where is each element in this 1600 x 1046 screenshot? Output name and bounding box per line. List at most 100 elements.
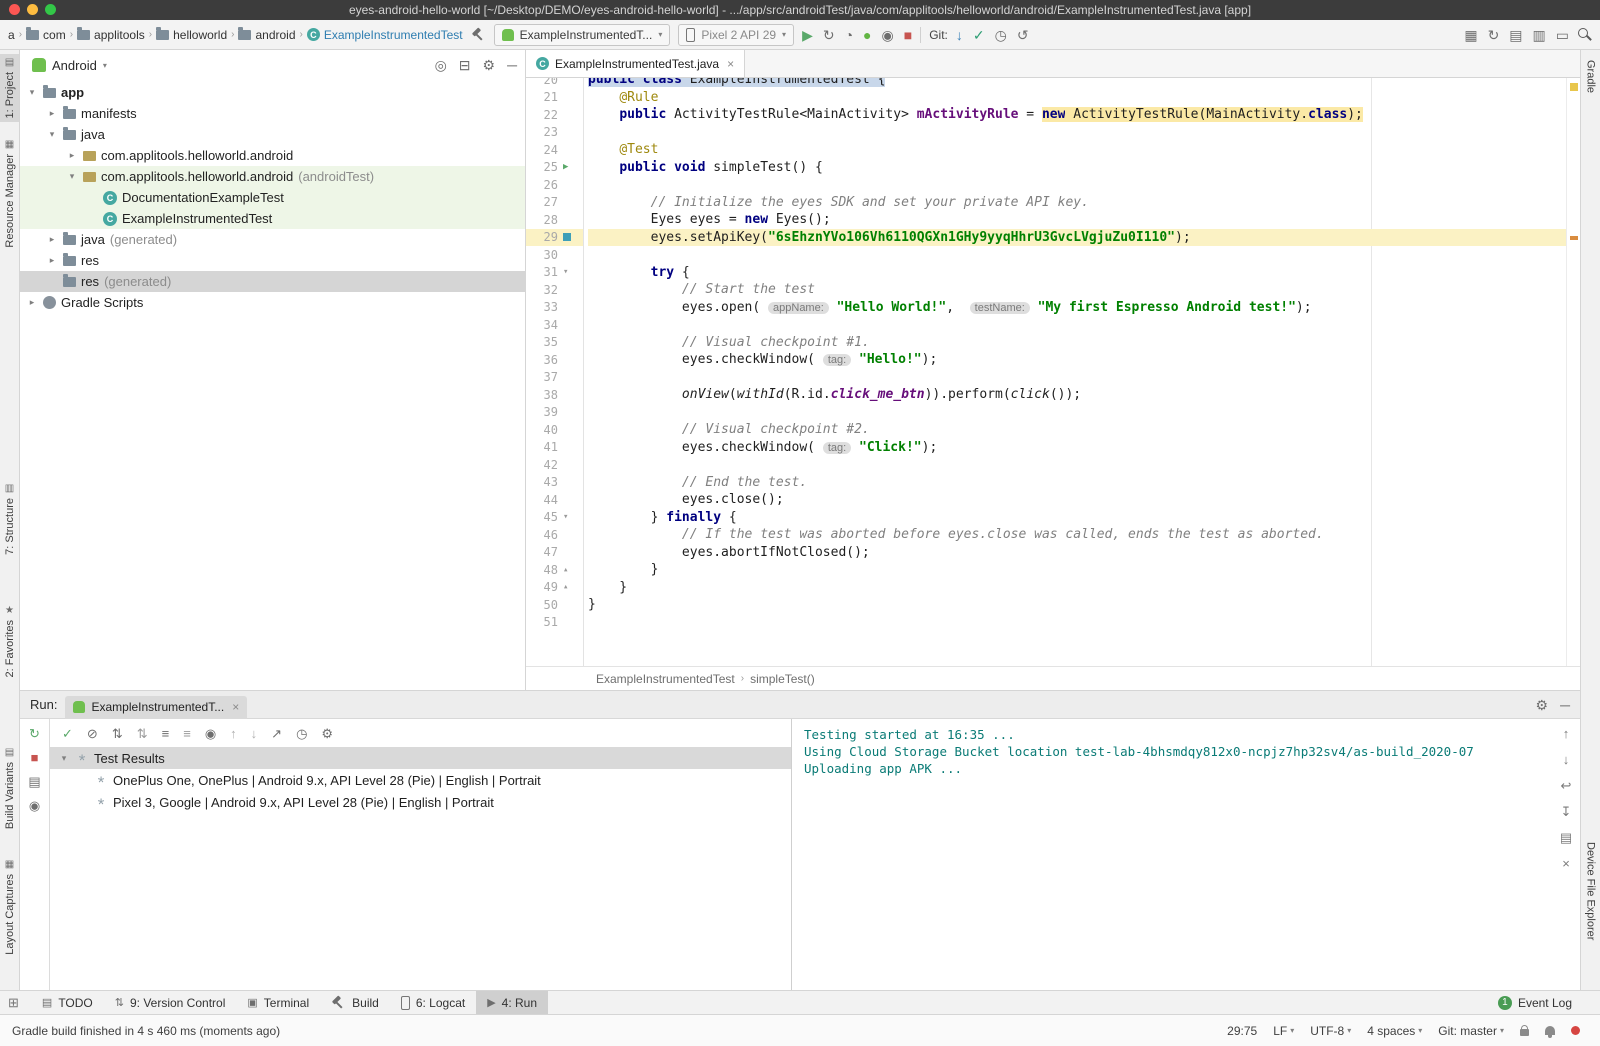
encoding-widget[interactable]: UTF-8 ▾ — [1310, 1024, 1351, 1038]
event-log-button[interactable]: 1 Event Log — [1498, 996, 1592, 1010]
breadcrumb-item[interactable]: CExampleInstrumentedTest — [307, 28, 463, 42]
tree-item[interactable]: ▸com.applitools.helloworld.android — [20, 145, 525, 166]
code-line[interactable]: // Visual checkpoint #2. — [588, 421, 1566, 439]
code-line[interactable]: eyes.checkWindow( tag: "Hello!"); — [588, 351, 1566, 369]
sort-by-duration-icon[interactable]: ⇅ — [137, 727, 148, 740]
tree-toggle-icon[interactable]: ▾ — [46, 129, 58, 140]
code-line[interactable]: } — [588, 579, 1566, 597]
tree-item[interactable]: ▾com.applitools.helloworld.android (andr… — [20, 166, 525, 187]
code-line[interactable] — [588, 456, 1566, 474]
breadcrumb-item[interactable]: ExampleInstrumentedTest — [596, 672, 735, 686]
tree-item[interactable]: res (generated) — [20, 271, 525, 292]
code-line[interactable]: } finally { — [588, 509, 1566, 527]
tree-item[interactable]: ▸Gradle Scripts — [20, 292, 525, 313]
tree-toggle-icon[interactable]: ▸ — [46, 255, 58, 266]
avd-manager-icon[interactable]: ▭ — [1556, 28, 1569, 42]
settings-icon[interactable]: ⚙ — [1536, 698, 1549, 712]
breadcrumb-item[interactable]: android — [238, 28, 295, 42]
inspection-status-icon[interactable] — [1570, 83, 1578, 91]
rollback-icon[interactable]: ↺ — [1017, 28, 1029, 42]
tool-button-terminal[interactable]: ▣Terminal — [236, 991, 320, 1014]
test-device-row[interactable]: *Pixel 3, Google | Android 9.x, API Leve… — [50, 791, 791, 813]
device-select[interactable]: Pixel 2 API 29 ▾ — [678, 24, 794, 46]
tree-item[interactable]: CDocumentationExampleTest — [20, 187, 525, 208]
code-line[interactable]: eyes.checkWindow( tag: "Click!"); — [588, 439, 1566, 457]
run-button[interactable]: ▶ — [802, 28, 813, 42]
breadcrumb-item[interactable]: a — [8, 28, 15, 42]
breadcrumb-item[interactable]: applitools — [77, 28, 145, 42]
tool-button-device-file-explorer[interactable]: Device File Explorer — [1581, 838, 1600, 944]
code-line[interactable]: // Initialize the eyes SDK and set your … — [588, 194, 1566, 212]
error-stripe[interactable] — [1566, 78, 1580, 666]
tool-button-logcat[interactable]: 6: Logcat — [390, 991, 476, 1014]
run-test-icon[interactable]: ▶ — [563, 162, 568, 172]
collapse-all-icon[interactable]: ≡ — [183, 727, 191, 740]
code-line[interactable]: eyes.close(); — [588, 491, 1566, 509]
tool-button-build-variants[interactable]: ▤ Build Variants — [0, 744, 19, 833]
code-line[interactable]: @Test — [588, 141, 1566, 159]
tree-toggle-icon[interactable]: ▸ — [26, 297, 38, 308]
tool-windows-icon[interactable]: ⊞ — [8, 995, 19, 1011]
rerun-icon[interactable]: ↻ — [29, 727, 40, 740]
pin-tab-icon[interactable]: ◉ — [29, 799, 40, 812]
soft-wrap-icon[interactable]: ↩ — [1561, 779, 1572, 792]
breadcrumb-item[interactable]: helloworld — [156, 28, 227, 42]
sort-alphabetically-icon[interactable]: ⇅ — [112, 727, 123, 740]
code-line[interactable]: Eyes eyes = new Eyes(); — [588, 211, 1566, 229]
history-icon[interactable]: ◷ — [995, 28, 1007, 42]
code-line[interactable]: public class ExampleInstrumentedTest { — [588, 78, 1566, 89]
code-line[interactable] — [588, 369, 1566, 387]
code-line[interactable]: @Rule — [588, 89, 1566, 107]
tool-button-todo[interactable]: ▤TODO — [31, 991, 104, 1014]
clear-console-icon[interactable]: × — [1562, 857, 1570, 870]
tree-toggle-icon[interactable]: ▾ — [66, 171, 78, 182]
tool-button-version-control[interactable]: ⇅9: Version Control — [104, 991, 237, 1014]
expand-all-icon[interactable]: ≡ — [162, 727, 170, 740]
run-console[interactable]: Testing started at 16:35 ...Using Cloud … — [792, 719, 1552, 990]
code-line[interactable]: // Start the test — [588, 281, 1566, 299]
code-line[interactable] — [588, 176, 1566, 194]
zoom-window-button[interactable] — [45, 4, 56, 15]
tree-toggle-icon[interactable]: ▾ — [26, 87, 38, 98]
project-view-select[interactable]: Android — [52, 58, 97, 73]
locate-file-icon[interactable]: ◎ — [435, 58, 447, 72]
chevron-down-icon[interactable]: ▾ — [103, 61, 107, 70]
tool-button-build[interactable]: Build — [320, 991, 390, 1014]
test-results-row[interactable]: ▾*Test Results — [50, 747, 791, 769]
tree-toggle-icon[interactable]: ▸ — [46, 234, 58, 245]
scroll-up-icon[interactable]: ↑ — [1563, 727, 1570, 740]
code-line[interactable]: // End the test. — [588, 474, 1566, 492]
code-line[interactable]: } — [588, 561, 1566, 579]
debug-icon[interactable]: ● — [863, 28, 871, 42]
code-line[interactable] — [588, 404, 1566, 422]
update-project-icon[interactable]: ↓ — [956, 28, 963, 42]
editor-tab[interactable]: C ExampleInstrumentedTest.java × — [526, 50, 745, 77]
layout-inspector-icon[interactable]: ▤ — [1509, 28, 1522, 42]
code-line[interactable]: eyes.abortIfNotClosed(); — [588, 544, 1566, 562]
code-line[interactable]: // Visual checkpoint #1. — [588, 334, 1566, 352]
profiler-icon[interactable]: ◔ — [845, 28, 853, 42]
tool-button-layout-captures[interactable]: ▦ Layout Captures — [0, 856, 19, 959]
run-tab[interactable]: ExampleInstrumentedT... × — [65, 696, 247, 719]
settings-icon[interactable]: ⚙ — [483, 58, 496, 72]
minimize-window-button[interactable] — [27, 4, 38, 15]
commit-icon[interactable]: ✓ — [973, 28, 985, 42]
code-line[interactable]: eyes.setApiKey("6sEhznYVo106Vh6110QGXn1G… — [588, 229, 1566, 247]
test-device-row[interactable]: *OnePlus One, OnePlus | Android 9.x, API… — [50, 769, 791, 791]
code-line[interactable] — [588, 246, 1566, 264]
print-icon[interactable]: ▤ — [1560, 831, 1572, 844]
tree-item[interactable]: ▸res — [20, 250, 525, 271]
build-hammer-icon[interactable] — [471, 27, 486, 42]
hide-panel-icon[interactable]: ─ — [1560, 698, 1570, 712]
code-line[interactable]: try { — [588, 264, 1566, 282]
hide-panel-icon[interactable]: ─ — [507, 58, 517, 72]
sync-project-icon[interactable]: ↻ — [1488, 28, 1500, 42]
close-tab-icon[interactable]: × — [232, 700, 239, 714]
indent-widget[interactable]: 4 spaces ▾ — [1367, 1024, 1422, 1038]
tree-toggle-icon[interactable]: ▾ — [58, 753, 70, 764]
code-line[interactable]: } — [588, 596, 1566, 614]
search-icon[interactable] — [1577, 27, 1592, 42]
fold-end-icon[interactable]: ▴ — [563, 565, 568, 575]
tree-toggle-icon[interactable]: ▸ — [66, 150, 78, 161]
sdk-manager-icon[interactable]: ▥ — [1533, 28, 1546, 42]
